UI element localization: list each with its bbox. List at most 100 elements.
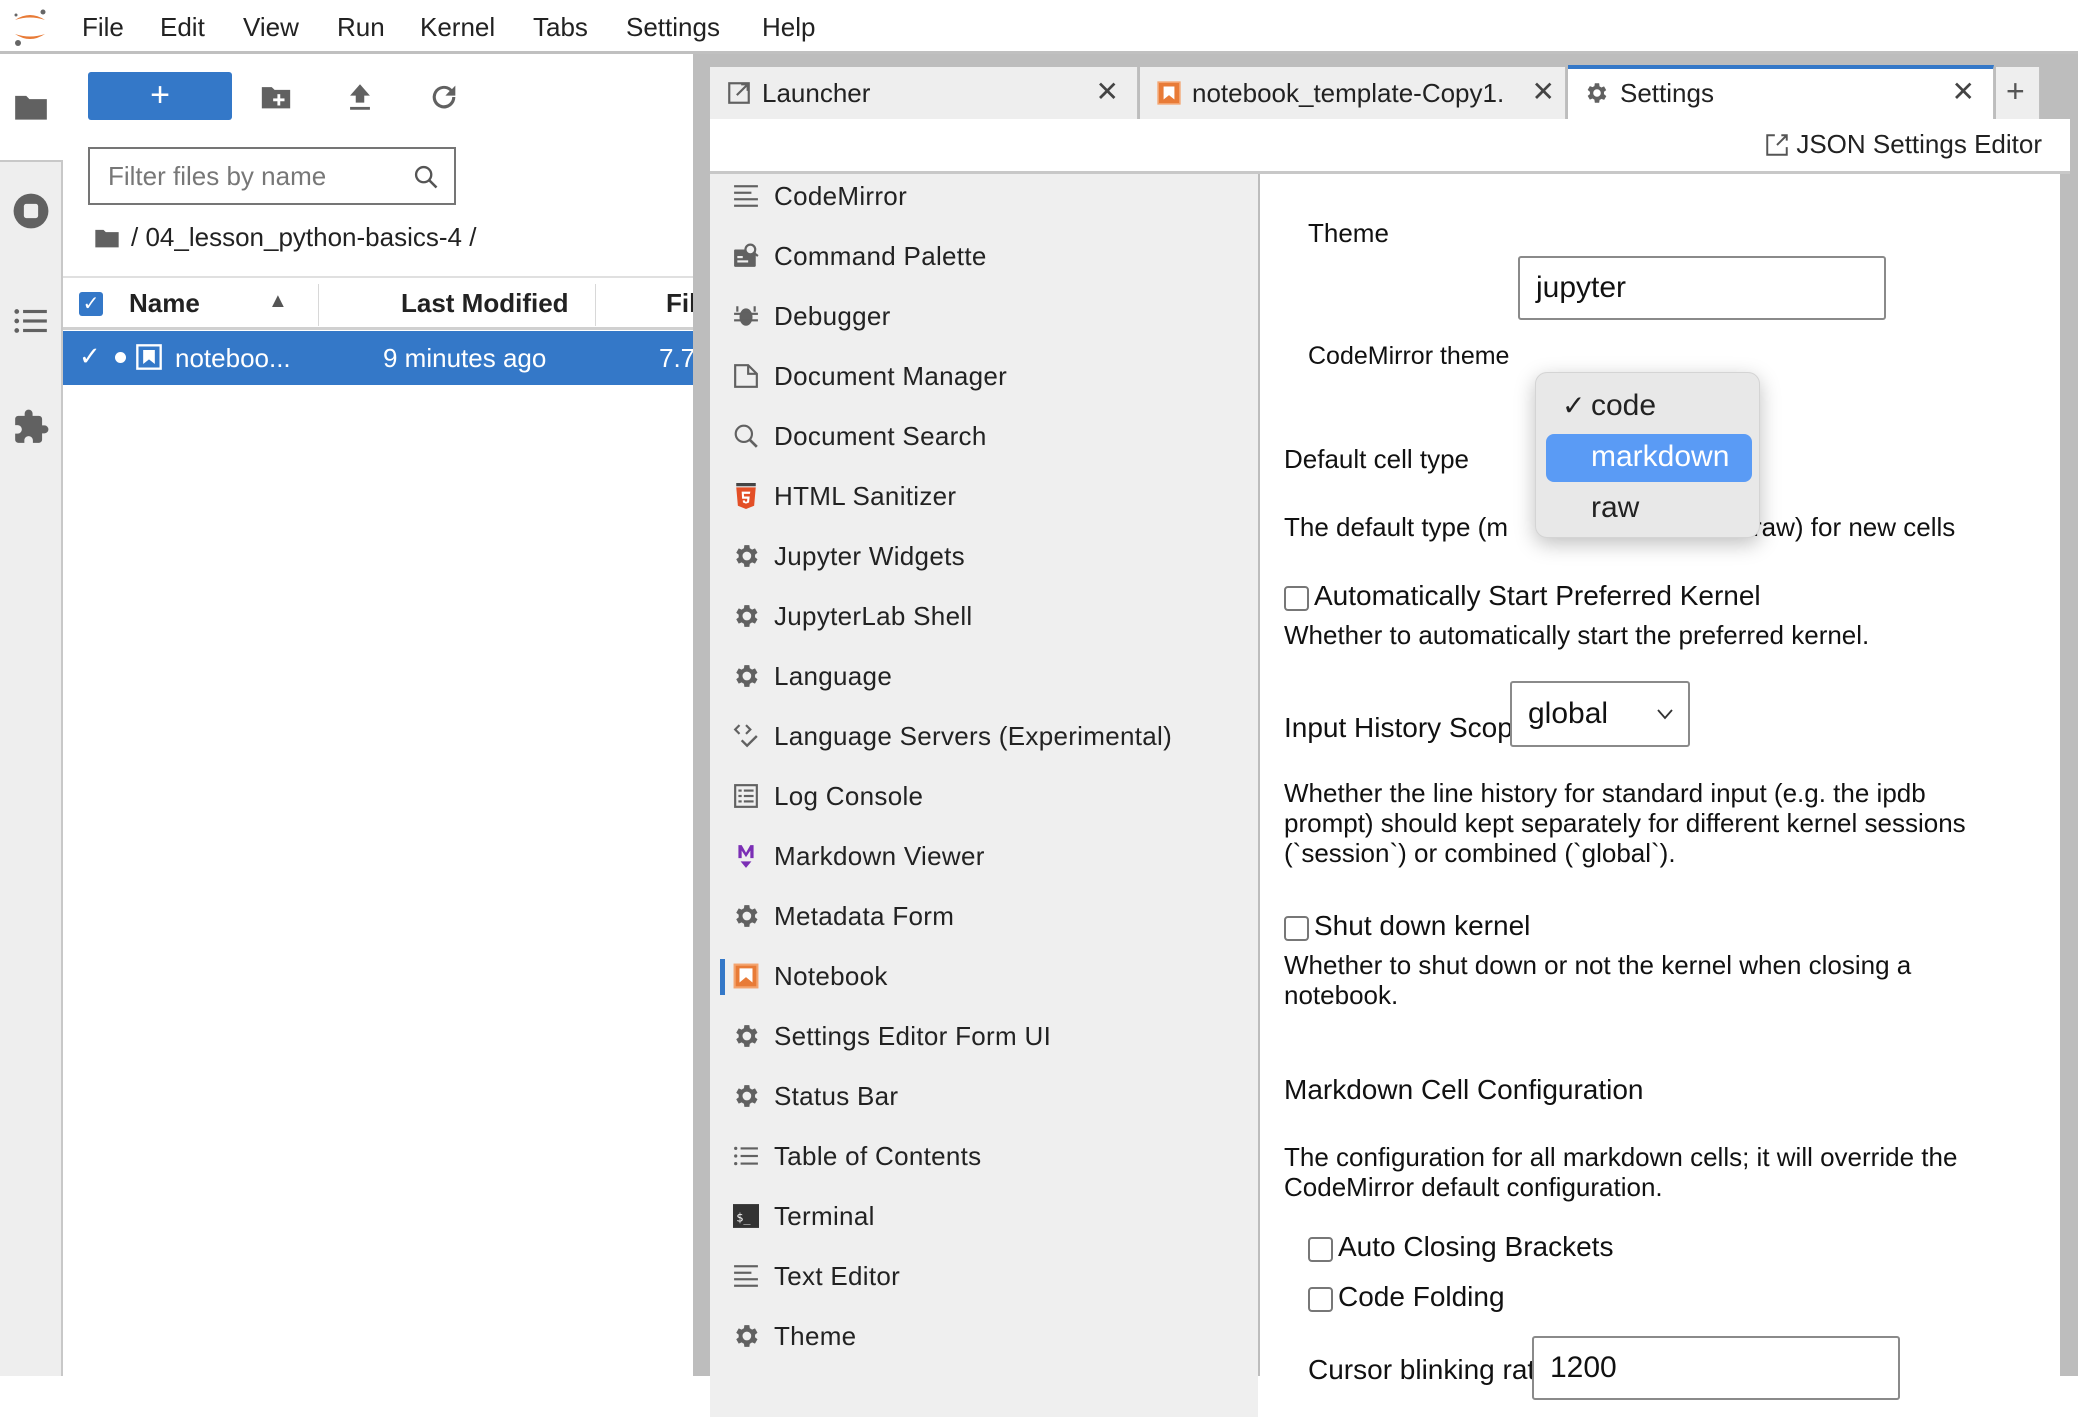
tab-label: Launcher: [762, 78, 871, 108]
list-box-icon: [734, 784, 758, 808]
settings-item-language-servers[interactable]: Language Servers (Experimental): [710, 707, 1258, 767]
new-folder-icon[interactable]: [259, 80, 293, 114]
filter-files-field[interactable]: [88, 147, 456, 205]
option-code[interactable]: ✓ code: [1546, 383, 1752, 431]
settings-item-language[interactable]: Language: [710, 647, 1258, 707]
main-dock-area: Launcher ✕ notebook_template-Copy1. ✕ Se…: [693, 54, 2078, 1417]
settings-item-settings-editor-form-ui[interactable]: Settings Editor Form UI: [710, 1007, 1258, 1067]
shut-down-kernel-checkbox[interactable]: [1284, 916, 1309, 941]
menu-tabs[interactable]: Tabs: [533, 12, 588, 43]
menu-view[interactable]: View: [243, 12, 299, 43]
column-name[interactable]: Name: [129, 288, 200, 319]
row-checkbox[interactable]: ✓: [79, 341, 101, 372]
settings-item-status-bar[interactable]: Status Bar: [710, 1067, 1258, 1127]
active-indicator: [720, 959, 725, 995]
settings-item-markdown-viewer[interactable]: Markdown Viewer: [710, 827, 1258, 887]
settings-item-html-sanitizer[interactable]: HTML Sanitizer: [710, 467, 1258, 527]
settings-item-theme[interactable]: Theme: [710, 1307, 1258, 1367]
description-line: Whether to shut down or not the kernel w…: [1284, 950, 1912, 980]
column-file-size[interactable]: Fil: [666, 288, 696, 319]
settings-item-label: Settings Editor Form UI: [774, 1021, 1052, 1051]
file-browser-tab[interactable]: [0, 54, 63, 162]
auto-closing-brackets-checkbox[interactable]: [1308, 1237, 1333, 1262]
settings-item-jupyter-widgets[interactable]: Jupyter Widgets: [710, 527, 1258, 587]
refresh-icon[interactable]: [427, 80, 461, 114]
table-of-contents-icon[interactable]: [12, 302, 50, 340]
upload-icon[interactable]: [343, 80, 377, 114]
running-indicator-icon: [115, 352, 126, 363]
description-line: Whether the line history for standard in…: [1284, 778, 1926, 808]
menu-file[interactable]: File: [82, 12, 124, 43]
settings-item-notebook[interactable]: Notebook: [710, 947, 1258, 1007]
theme-input[interactable]: jupyter: [1518, 256, 1886, 320]
option-raw[interactable]: raw: [1546, 485, 1752, 533]
file-name[interactable]: noteboo...: [175, 343, 291, 374]
description-line: The configuration for all markdown cells…: [1284, 1142, 1958, 1172]
bullet-list-icon: [734, 1146, 758, 1166]
option-markdown[interactable]: markdown: [1546, 434, 1752, 482]
add-tab-button[interactable]: +: [1996, 67, 2040, 119]
settings-item-table-of-contents[interactable]: Table of Contents: [710, 1127, 1258, 1187]
file-browser-panel: + / 04_lesson_python-basics-4 / ✓ Name ▲…: [63, 54, 696, 1376]
running-stop-icon[interactable]: [12, 192, 50, 230]
notebook-icon: [733, 963, 759, 989]
breadcrumb-path[interactable]: / 04_lesson_python-basics-4 /: [131, 222, 476, 253]
settings-item-command-palette[interactable]: Command Palette: [710, 227, 1258, 287]
auto-start-kernel-checkbox[interactable]: [1284, 586, 1309, 611]
settings-item-log-console[interactable]: Log Console: [710, 767, 1258, 827]
column-divider[interactable]: [595, 284, 596, 326]
auto-closing-brackets-label: Auto Closing Brackets: [1338, 1231, 1614, 1262]
menu-kernel[interactable]: Kernel: [420, 12, 495, 43]
column-last-modified[interactable]: Last Modified: [401, 288, 569, 319]
settings-item-metadata-form[interactable]: Metadata Form: [710, 887, 1258, 947]
notebook-file-icon: [136, 344, 162, 370]
file-row[interactable]: ✓ noteboo... 9 minutes ago 7.7: [63, 331, 695, 385]
select-all-checkbox[interactable]: ✓: [79, 292, 103, 316]
code-folding-label: Code Folding: [1338, 1281, 1505, 1312]
filter-files-input[interactable]: [90, 149, 390, 203]
file-icon: [734, 364, 758, 388]
settings-item-label: Metadata Form: [774, 901, 955, 931]
settings-item-label: Command Palette: [774, 241, 987, 271]
option-label: raw: [1591, 491, 1640, 524]
settings-item-text-editor[interactable]: Text Editor: [710, 1247, 1258, 1307]
settings-item-label: Document Manager: [774, 361, 1008, 391]
bug-icon: [734, 306, 758, 326]
tab-launcher[interactable]: Launcher ✕: [710, 67, 1138, 119]
settings-item-codemirror[interactable]: CodeMirror: [710, 174, 1258, 227]
open-external-icon: [1766, 133, 1789, 156]
column-divider[interactable]: [318, 284, 319, 326]
code-folding-checkbox[interactable]: [1308, 1287, 1333, 1312]
launcher-icon: [728, 82, 750, 104]
tab-settings[interactable]: Settings ✕: [1568, 65, 1994, 121]
tab-notebook[interactable]: notebook_template-Copy1. ✕: [1140, 67, 1566, 119]
cursor-blinking-rate-input[interactable]: 1200: [1532, 1336, 1900, 1400]
breadcrumb: / 04_lesson_python-basics-4 /: [93, 222, 476, 253]
new-launcher-button[interactable]: +: [88, 72, 232, 120]
sort-ascending-icon[interactable]: ▲: [268, 290, 288, 313]
markdown-cell-config-title: Markdown Cell Configuration: [1284, 1074, 1644, 1105]
menu-settings[interactable]: Settings: [626, 12, 720, 43]
settings-item-document-manager[interactable]: Document Manager: [710, 347, 1258, 407]
menu-help[interactable]: Help: [762, 12, 815, 43]
settings-item-label: Debugger: [774, 301, 891, 331]
menu-run[interactable]: Run: [337, 12, 385, 43]
input-history-scope-select[interactable]: global: [1510, 681, 1690, 747]
default-cell-type-description-end: raw) for new cells: [1753, 512, 1956, 542]
close-tab-icon[interactable]: ✕: [1532, 75, 1555, 108]
close-tab-icon[interactable]: ✕: [1096, 75, 1119, 108]
menu-edit[interactable]: Edit: [160, 12, 205, 43]
home-folder-icon[interactable]: [93, 224, 121, 252]
extension-puzzle-icon[interactable]: [12, 408, 50, 446]
close-tab-icon[interactable]: ✕: [1952, 75, 1975, 108]
settings-item-terminal[interactable]: $_ Terminal: [710, 1187, 1258, 1247]
settings-item-label: Document Search: [774, 421, 987, 451]
checkmark-icon: ✓: [1562, 390, 1586, 421]
settings-item-jupyterlab-shell[interactable]: JupyterLab Shell: [710, 587, 1258, 647]
settings-item-document-search[interactable]: Document Search: [710, 407, 1258, 467]
settings-item-debugger[interactable]: Debugger: [710, 287, 1258, 347]
gear-icon: [733, 903, 759, 929]
description-line: CodeMirror default configuration.: [1284, 1172, 1663, 1202]
json-settings-editor-button[interactable]: JSON Settings Editor: [1764, 129, 2042, 160]
markdown-cell-config-description: The configuration for all markdown cells…: [1284, 1142, 1957, 1202]
